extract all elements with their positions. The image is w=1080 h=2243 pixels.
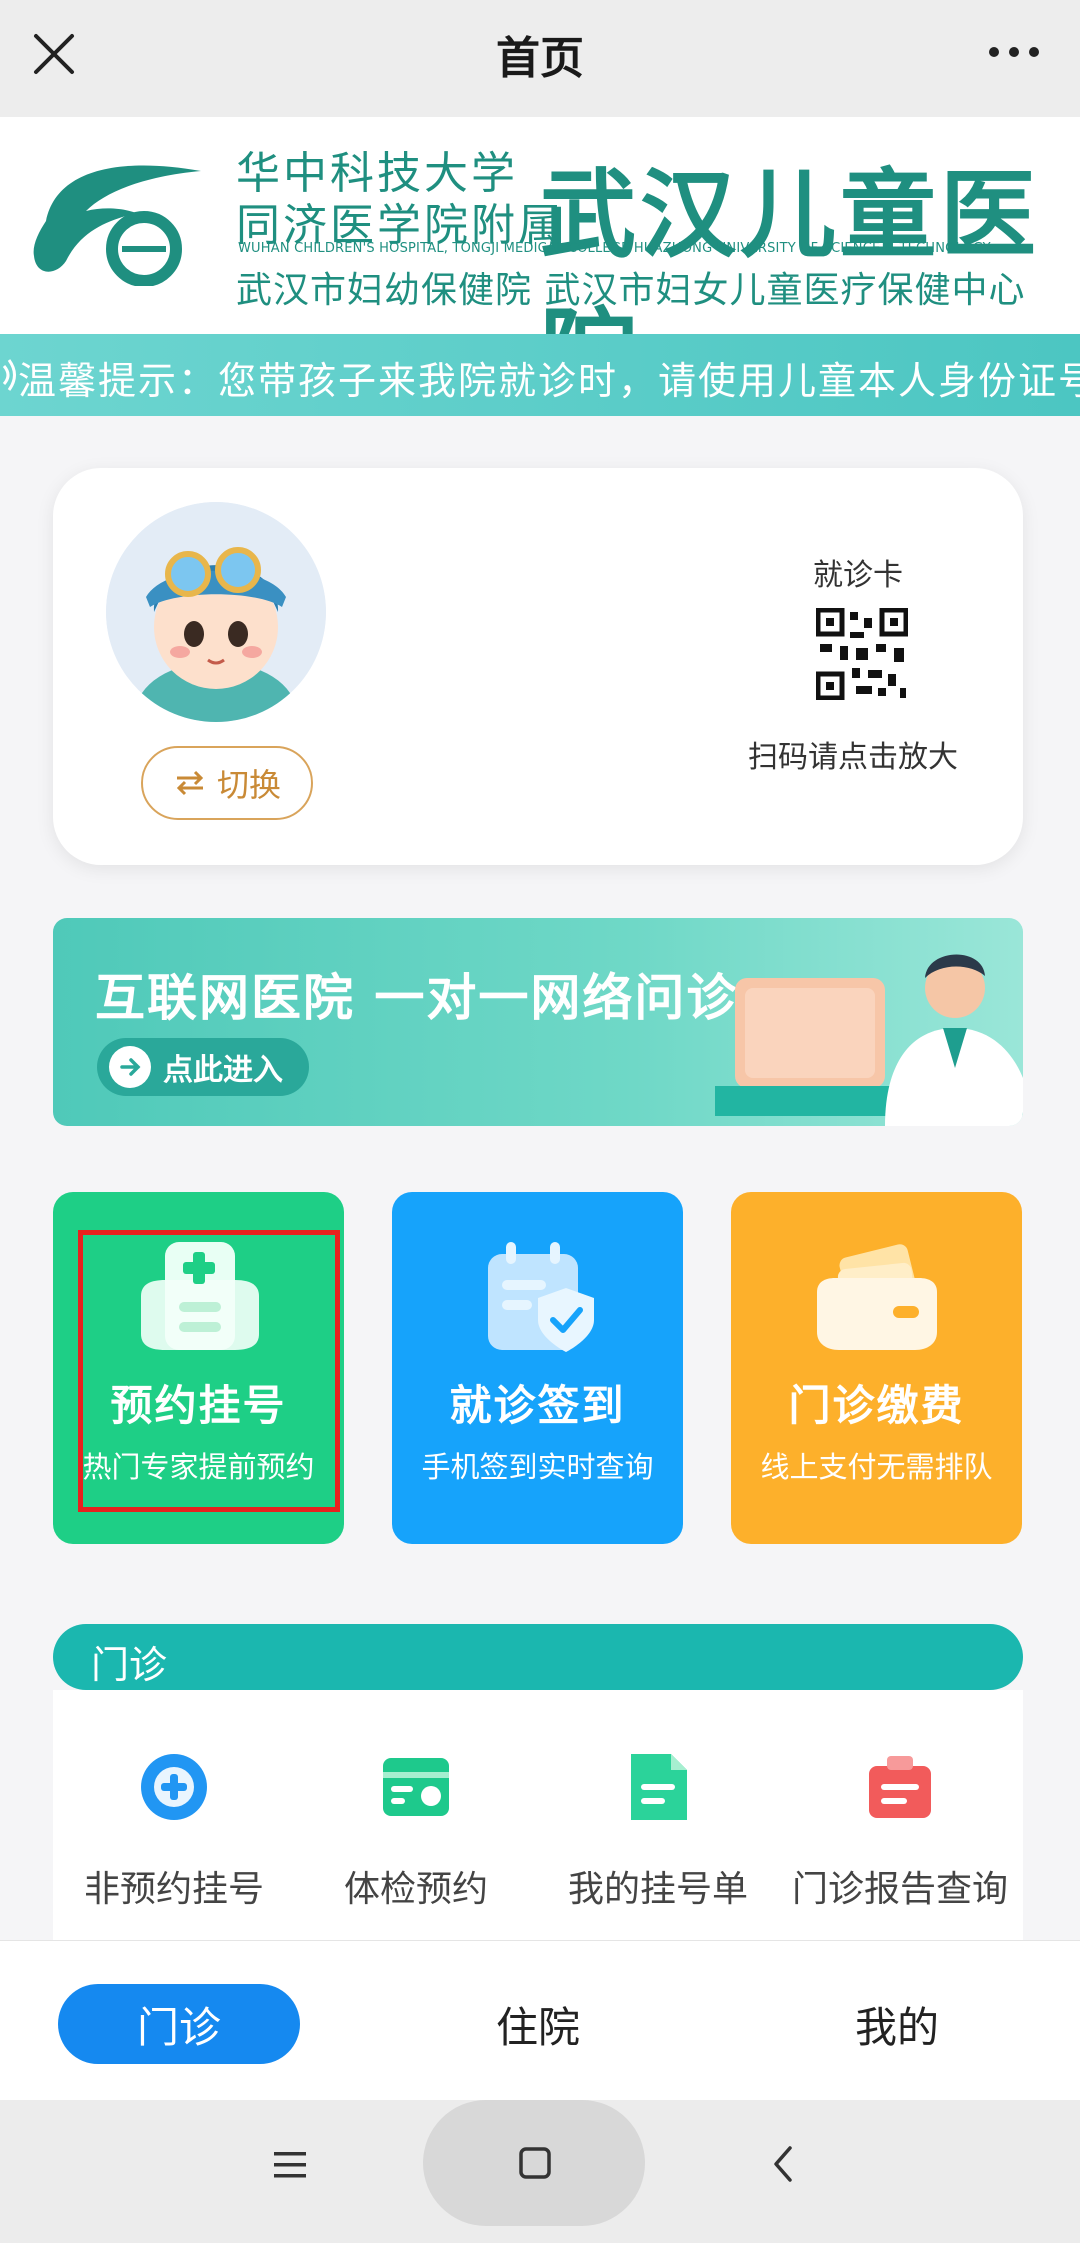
- notice-bar[interactable]: 温馨提示：您带孩子来我院就诊时，请使用儿童本人身份证号: [0, 334, 1080, 416]
- swap-icon: [176, 770, 204, 796]
- id-card-icon: [383, 1758, 449, 1816]
- avatar[interactable]: [106, 502, 326, 722]
- tile-title: 预约挂号: [110, 1381, 287, 1430]
- banner-enter-button[interactable]: 点此进入: [97, 1038, 309, 1096]
- tile-visit-checkin[interactable]: 就诊签到 手机签到实时查询: [392, 1192, 683, 1544]
- qr-scan-tip[interactable]: 扫码请点击放大: [748, 732, 958, 776]
- registration-icon: [141, 1242, 259, 1350]
- hospital-header: 华中科技大学 同济医学院附属 武汉儿童医院 WUHAN CHILDREN'S H…: [0, 117, 1080, 410]
- report-icon: [869, 1756, 931, 1818]
- outpatient-section-header: 门诊: [53, 1624, 1023, 1690]
- service-non-appointment-registration[interactable]: 非预约挂号: [53, 1750, 295, 1912]
- tab-outpatient[interactable]: 门诊: [58, 1984, 300, 2064]
- page-title: 首页: [496, 33, 584, 84]
- service-label: 非预约挂号: [83, 1869, 264, 1910]
- service-outpatient-report-query[interactable]: 门诊报告查询: [779, 1750, 1021, 1912]
- switch-patient-button[interactable]: 切换: [141, 746, 313, 820]
- tile-subtitle: 手机签到实时查询: [421, 1450, 654, 1484]
- wallet-icon: [817, 1244, 937, 1350]
- tile-title: 就诊签到: [449, 1381, 626, 1430]
- service-label: 体检预约: [343, 1869, 488, 1910]
- checkin-icon: [488, 1242, 594, 1352]
- tile-subtitle: 线上支付无需排队: [760, 1450, 993, 1484]
- tile-outpatient-payment[interactable]: 门诊缴费 线上支付无需排队: [731, 1192, 1022, 1544]
- service-label: 门诊报告查询: [791, 1869, 1008, 1910]
- doctor-illustration-icon: [715, 954, 1023, 1126]
- hospital-alias-names: 武汉市妇幼保健院 武汉市妇女儿童医疗保健中心: [236, 270, 1026, 311]
- switch-label: 切换: [216, 766, 281, 804]
- tile-appointment-registration[interactable]: 预约挂号 热门专家提前预约: [53, 1192, 344, 1544]
- card-label: 就诊卡: [813, 558, 903, 593]
- patient-card: 切换 就诊卡 扫码请点击放大: [53, 468, 1023, 865]
- service-label: 我的挂号单: [567, 1869, 748, 1910]
- home-icon[interactable]: [518, 2146, 552, 2180]
- outpatient-services: 非预约挂号 体检预约 我的挂号单 门诊报告查询: [53, 1690, 1023, 1940]
- speaker-icon: [2, 359, 16, 391]
- menu-icon[interactable]: [272, 2148, 308, 2182]
- service-physical-exam-booking[interactable]: 体检预约: [295, 1750, 537, 1912]
- hospital-english-name: WUHAN CHILDREN'S HOSPITAL, TONGJI MEDICA…: [238, 241, 991, 256]
- internet-hospital-banner[interactable]: 互联网医院 一对一网络问诊 点此进入: [53, 918, 1023, 1126]
- notice-text: 温馨提示：您带孩子来我院就诊时，请使用儿童本人身份证号: [18, 359, 1080, 403]
- tile-subtitle: 热门专家提前预约: [82, 1450, 315, 1484]
- back-icon[interactable]: [770, 2144, 796, 2184]
- plus-circle-icon: [141, 1754, 207, 1820]
- qr-code-icon[interactable]: [816, 608, 908, 700]
- document-icon: [631, 1754, 687, 1820]
- section-title: 门诊: [91, 1643, 168, 1687]
- banner-title: 互联网医院 一对一网络问诊: [95, 969, 739, 1027]
- hospital-logo-icon: [33, 165, 202, 286]
- system-navigation-bar: [0, 2100, 1080, 2243]
- service-my-registration-list[interactable]: 我的挂号单: [537, 1750, 779, 1912]
- top-bar: 首页: [0, 0, 1080, 117]
- arrow-right-icon: [109, 1046, 151, 1088]
- more-icon[interactable]: [986, 42, 1042, 62]
- tile-title: 门诊缴费: [788, 1381, 965, 1430]
- bottom-tab-bar: 门诊 住院 我的: [0, 1940, 1080, 2100]
- tab-inpatient[interactable]: 住院: [417, 1984, 659, 2064]
- tab-mine[interactable]: 我的: [776, 1984, 1018, 2064]
- banner-enter-label: 点此进入: [163, 1053, 283, 1088]
